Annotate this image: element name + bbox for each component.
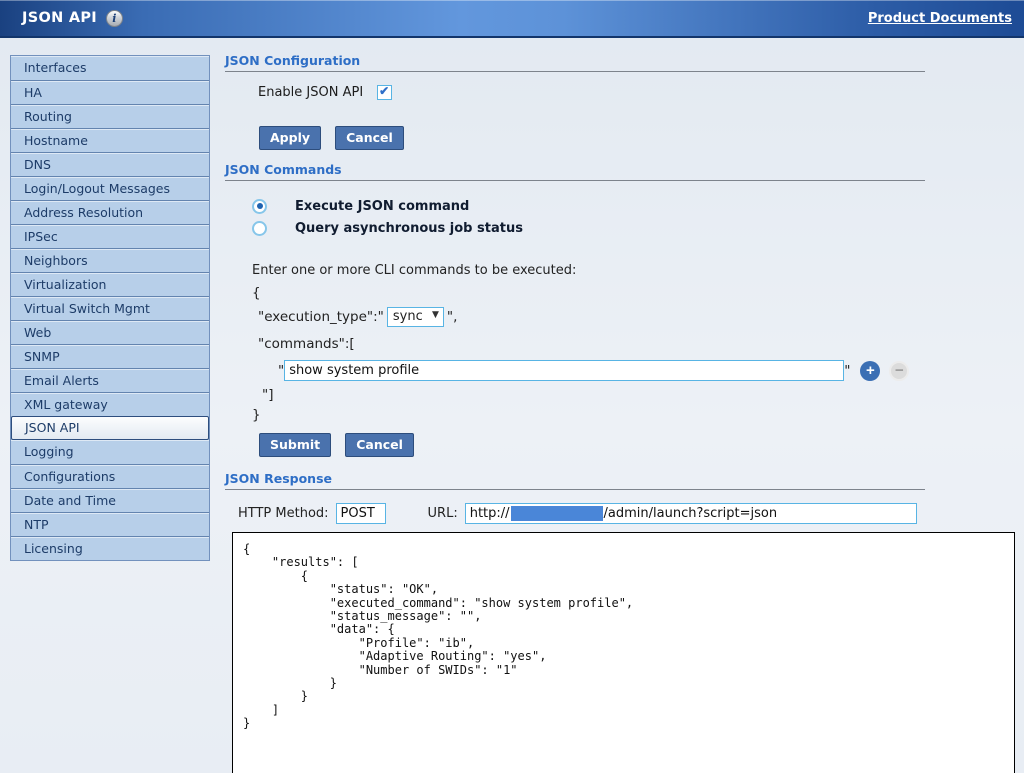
sidebar-item-routing[interactable]: Routing	[11, 104, 209, 128]
execute-json-command-radio[interactable]	[252, 199, 267, 214]
sidebar-item-virtualization[interactable]: Virtualization	[11, 272, 209, 296]
sidebar-item-date-and-time[interactable]: Date and Time	[11, 488, 209, 512]
section-divider	[225, 71, 925, 72]
sidebar-item-email-alerts[interactable]: Email Alerts	[11, 368, 209, 392]
add-command-button[interactable]: +	[860, 361, 880, 381]
sidebar-item-login-logout-messages[interactable]: Login/Logout Messages	[11, 176, 209, 200]
execute-json-command-row: Execute JSON command	[252, 195, 1017, 217]
execution-type-select[interactable]: sync	[387, 307, 444, 327]
query-async-job-status-row: Query asynchronous job status	[252, 217, 1017, 239]
cli-commands-prompt: Enter one or more CLI commands to be exe…	[252, 263, 1017, 278]
configuration-buttons: Apply Cancel	[259, 126, 1017, 150]
product-documents-link[interactable]: Product Documents	[868, 11, 1012, 26]
execution-type-line: "execution_type":" sync ▼ ",	[258, 306, 1017, 328]
execution-type-prefix: "execution_type":"	[258, 309, 384, 325]
cli-command-input[interactable]	[284, 360, 844, 381]
redacted-hostname-block	[511, 506, 603, 521]
sidebar-item-virtual-switch-mgmt[interactable]: Virtual Switch Mgmt	[11, 296, 209, 320]
url-label: URL:	[428, 506, 458, 521]
url-suffix-text: /admin/launch?script=json	[604, 506, 778, 521]
execution-type-select-wrap: sync ▼	[387, 307, 444, 327]
query-async-job-status-radio[interactable]	[252, 221, 267, 236]
commands-key-line: "commands":[	[258, 336, 1017, 352]
url-prefix-text: http://	[470, 506, 510, 521]
execution-type-suffix: ",	[447, 309, 458, 325]
editor-close-brace: }	[252, 407, 1017, 423]
section-heading-json-commands: JSON Commands	[225, 162, 1017, 177]
cancel-command-button[interactable]: Cancel	[345, 433, 414, 457]
enable-json-api-label: Enable JSON API	[258, 85, 363, 100]
sidebar-item-json-api[interactable]: JSON API	[11, 416, 209, 440]
http-method-field[interactable]	[336, 503, 386, 524]
cancel-configuration-button[interactable]: Cancel	[335, 126, 404, 150]
editor-open-brace: {	[252, 284, 1017, 302]
apply-button[interactable]: Apply	[259, 126, 321, 150]
info-icon[interactable]: i	[106, 10, 123, 27]
sidebar-item-address-resolution[interactable]: Address Resolution	[11, 200, 209, 224]
sidebar-item-hostname[interactable]: Hostname	[11, 128, 209, 152]
query-async-job-status-label: Query asynchronous job status	[295, 221, 523, 236]
json-response-output[interactable]: { "results": [ { "status": "OK", "execut…	[232, 532, 1015, 773]
editor-array-close: "]	[262, 387, 1017, 403]
sidebar-item-interfaces[interactable]: Interfaces	[11, 56, 209, 80]
sidebar-nav: Interfaces HA Routing Hostname DNS Login…	[10, 55, 210, 561]
submit-button[interactable]: Submit	[259, 433, 331, 457]
section-divider	[225, 489, 925, 490]
sidebar-item-ipsec[interactable]: IPSec	[11, 224, 209, 248]
sidebar-item-logging[interactable]: Logging	[11, 440, 209, 464]
app-header: JSON API i Product Documents	[0, 0, 1024, 38]
sidebar-item-dns[interactable]: DNS	[11, 152, 209, 176]
command-buttons: Submit Cancel	[259, 433, 1017, 457]
section-heading-json-configuration: JSON Configuration	[225, 53, 1017, 68]
sidebar-item-xml-gateway[interactable]: XML gateway	[11, 392, 209, 416]
page-title-text: JSON API	[22, 10, 97, 26]
enable-json-api-row: Enable JSON API	[258, 85, 1017, 100]
sidebar-item-ntp[interactable]: NTP	[11, 512, 209, 536]
command-close-quote: "	[844, 363, 850, 379]
enable-json-api-checkbox[interactable]	[377, 85, 392, 100]
sidebar-item-licensing[interactable]: Licensing	[11, 536, 209, 560]
command-mode-radio-group: Execute JSON command Query asynchronous …	[252, 195, 1017, 239]
remove-command-button[interactable]: −	[889, 361, 909, 381]
section-divider	[225, 180, 925, 181]
sidebar-item-ha[interactable]: HA	[11, 80, 209, 104]
json-command-editor: { "execution_type":" sync ▼ ", "commands…	[225, 284, 1017, 423]
execute-json-command-label: Execute JSON command	[295, 199, 469, 214]
url-field[interactable]: http:// /admin/launch?script=json	[465, 503, 917, 524]
page-title: JSON API i	[22, 10, 123, 27]
main-content: JSON Configuration Enable JSON API Apply…	[225, 46, 1017, 773]
sidebar-item-snmp[interactable]: SNMP	[11, 344, 209, 368]
command-input-row: " " + −	[278, 360, 1017, 381]
section-heading-json-response: JSON Response	[225, 471, 1017, 486]
sidebar-item-configurations[interactable]: Configurations	[11, 464, 209, 488]
request-summary-row: HTTP Method: URL: http:// /admin/launch?…	[238, 503, 1017, 524]
http-method-label: HTTP Method:	[238, 506, 329, 521]
sidebar-item-web[interactable]: Web	[11, 320, 209, 344]
sidebar-item-neighbors[interactable]: Neighbors	[11, 248, 209, 272]
